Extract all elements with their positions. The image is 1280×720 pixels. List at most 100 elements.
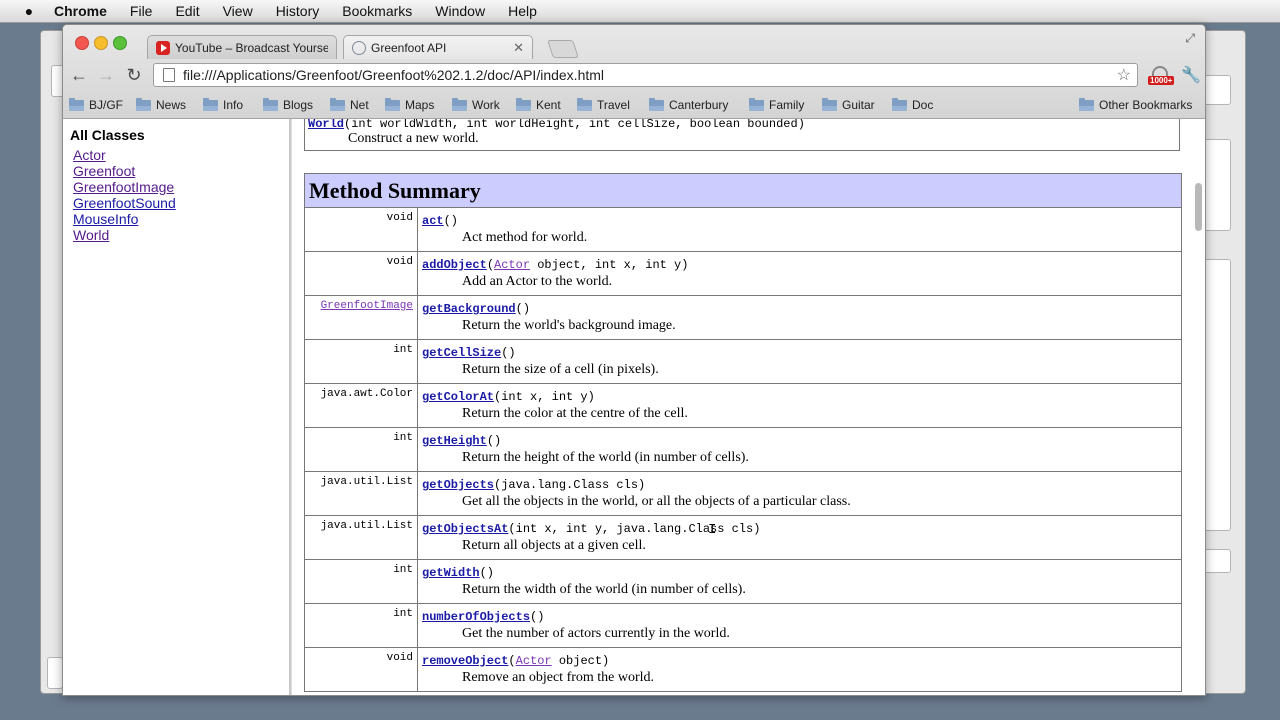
folder-icon [385,97,400,111]
tab-label: YouTube – Broadcast Yourse [175,40,328,55]
folder-icon [69,97,84,111]
method-description: Return the size of a cell (in pixels). [462,362,659,377]
method-row: java.awt.Color getColorAt(int x, int y) Re… [304,384,1182,428]
close-window-button[interactable] [75,36,89,50]
method-link[interactable]: numberOfObjects [422,610,530,624]
bookmark-folder[interactable]: BJ/GF [69,97,123,112]
apple-icon[interactable]: ● [18,3,40,19]
method-link[interactable]: getObjectsAt [422,522,508,536]
method-row: void addObject(Actor object, int x, int y… [304,252,1182,296]
bookmark-folder[interactable]: Work [452,97,500,112]
menu-chrome[interactable]: Chrome [54,3,107,19]
menu-file[interactable]: File [130,3,153,19]
method-row: java.util.List getObjectsAt(int x, int y,… [304,516,1182,560]
scrollbar-thumb[interactable] [1195,183,1202,231]
method-link[interactable]: getColorAt [422,390,494,404]
method-description: Act method for world. [462,230,588,245]
new-tab-button[interactable] [547,40,579,58]
class-link-world[interactable]: World [73,227,109,243]
wrench-menu-icon[interactable]: 🔧 [1181,65,1201,85]
back-button[interactable]: ← [68,65,90,86]
method-signature: getColorAt(int x, int y) [422,390,595,404]
all-classes-frame: All Classes Actor Greenfoot GreenfootIma… [63,119,291,695]
bookmark-folder[interactable]: Guitar [822,97,875,112]
fullscreen-icon[interactable]: ⤢ [1185,31,1195,46]
param-type-link[interactable]: Actor [516,654,552,668]
method-params: () [530,610,545,624]
bookmark-folder[interactable]: Info [203,97,243,112]
return-type-text: java.awt.Color [320,388,413,400]
method-link[interactable]: getWidth [422,566,480,580]
frame-divider[interactable] [291,119,304,695]
bookmark-folder[interactable]: Maps [385,97,435,112]
vertical-scrollbar[interactable] [1191,119,1205,695]
constructor-row: World(int worldWidth, int worldHeight, i… [304,119,1180,151]
tab-greenfoot-api[interactable]: Greenfoot API ✕ [343,35,533,59]
bookmark-star-icon[interactable]: ☆ [1117,65,1131,85]
bookmark-folder[interactable]: Doc [892,97,933,112]
method-link[interactable]: getObjects [422,478,494,492]
return-type-text: java.util.List [320,520,413,532]
bookmark-folder[interactable]: Canterbury [649,97,729,112]
reload-button[interactable]: ↻ [123,65,145,86]
method-signature: getBackground() [422,302,530,316]
method-link[interactable]: removeObject [422,654,508,668]
return-type-link[interactable]: GreenfootImage [321,300,413,312]
bookmark-folder[interactable]: Family [749,97,804,112]
class-link-greenfootimage[interactable]: GreenfootImage [73,179,174,195]
menu-view[interactable]: View [223,3,253,19]
address-bar[interactable]: file:///Applications/Greenfoot/Greenfoot… [153,63,1138,87]
method-link[interactable]: getCellSize [422,346,501,360]
return-type-text: void [386,256,413,268]
method-row: void act() Act method for world. [304,208,1182,252]
constructor-link[interactable]: World [308,119,344,131]
extension-icon[interactable]: 1000+ [1148,66,1175,86]
method-link[interactable]: act [422,214,444,228]
folder-icon [136,97,151,111]
browser-window: YouTube – Broadcast Yourse Greenfoot API… [62,24,1206,696]
menu-help[interactable]: Help [508,3,537,19]
bookmark-label: Maps [405,98,435,112]
class-doc-frame: World(int worldWidth, int worldHeight, i… [304,119,1183,695]
method-link[interactable]: getBackground [422,302,516,316]
param-type-link[interactable]: Actor [494,258,530,272]
class-link-greenfoot[interactable]: Greenfoot [73,163,135,179]
method-description: Return the height of the world (in numbe… [462,450,749,465]
method-signature: addObject(Actor object, int x, int y) [422,258,688,272]
folder-icon [452,97,467,111]
bookmark-folder[interactable]: Travel [577,97,630,112]
method-link[interactable]: addObject [422,258,487,272]
class-link-greenfootsound[interactable]: GreenfootSound [73,195,176,211]
class-link-mouseinfo[interactable]: MouseInfo [73,211,138,227]
other-bookmarks-folder[interactable]: Other Bookmarks [1079,97,1192,112]
method-link[interactable]: getHeight [422,434,487,448]
menu-history[interactable]: History [276,3,320,19]
method-description: Return all objects at a given cell. [462,538,646,553]
forward-button[interactable]: → [95,65,117,86]
method-description: Return the width of the world (in number… [462,582,746,597]
method-description: Add an Actor to the world. [462,274,613,289]
bookmark-folder[interactable]: Kent [516,97,561,112]
bookmark-label: Guitar [842,98,875,112]
background-window-field [1203,75,1231,105]
bookmark-folder[interactable]: News [136,97,186,112]
page-content: All Classes Actor Greenfoot GreenfootIma… [63,119,1205,695]
class-link-actor[interactable]: Actor [73,147,106,163]
method-signature: removeObject(Actor object) [422,654,609,668]
zoom-window-button[interactable] [113,36,127,50]
tab-youtube[interactable]: YouTube – Broadcast Yourse [147,35,337,59]
return-type: int [305,560,418,603]
bookmark-folder[interactable]: Net [330,97,369,112]
method-row: java.util.List getObjects(java.lang.Class… [304,472,1182,516]
constructor-signature: World(int worldWidth, int worldHeight, i… [308,119,805,131]
method-signature: act() [422,214,458,228]
menu-bookmarks[interactable]: Bookmarks [342,3,412,19]
menu-window[interactable]: Window [435,3,485,19]
method-signature: getObjects(java.lang.Class cls) [422,478,645,492]
minimize-window-button[interactable] [94,36,108,50]
close-tab-icon[interactable]: ✕ [513,40,524,56]
method-params: () [515,302,531,316]
bookmark-folder[interactable]: Blogs [263,97,313,112]
menu-edit[interactable]: Edit [175,3,199,19]
bookmark-label: Canterbury [669,98,729,112]
